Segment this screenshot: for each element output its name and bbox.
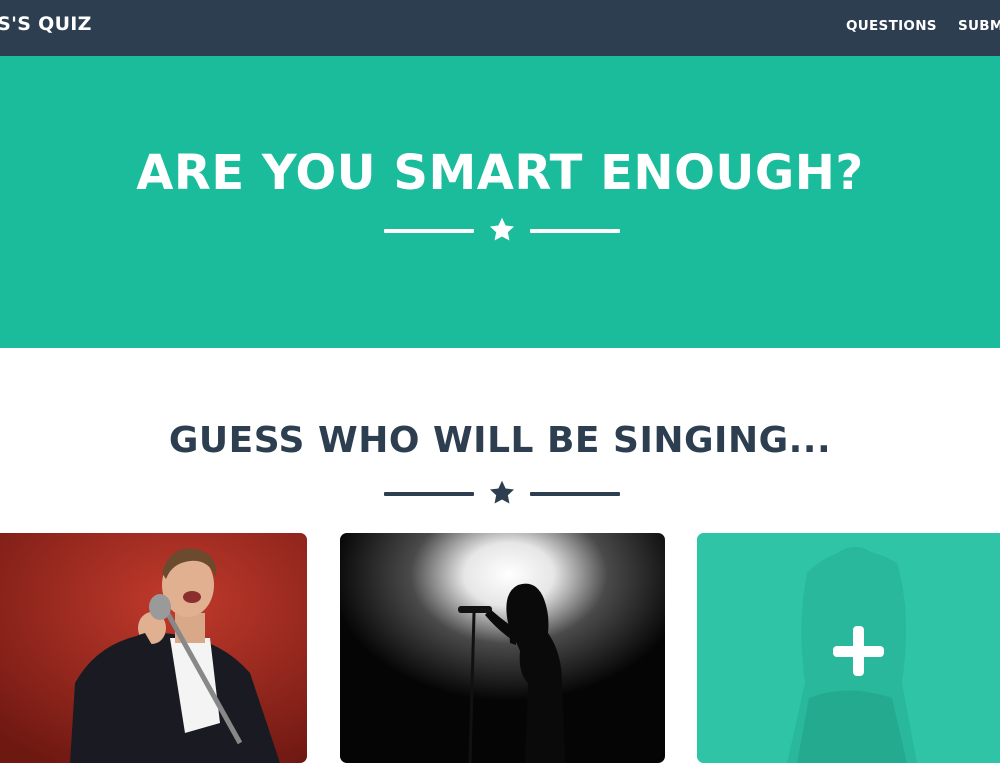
brand-link[interactable]: SS'S QUIZ <box>0 13 92 35</box>
navbar: SS'S QUIZ QUESTIONS SUBM <box>0 0 1000 56</box>
divider-line-left <box>384 229 474 233</box>
star-icon <box>489 480 515 504</box>
nav-link-questions[interactable]: QUESTIONS <box>846 18 937 34</box>
section-divider <box>384 479 620 509</box>
divider-line-right <box>530 492 620 496</box>
hero-section: ARE YOU SMART ENOUGH? <box>0 56 1000 348</box>
quiz-card-2[interactable] <box>340 533 665 763</box>
nav-link-submit[interactable]: SUBM <box>958 18 1000 34</box>
singer-photo <box>0 533 307 763</box>
divider-line-right <box>530 229 620 233</box>
star-icon <box>489 217 515 241</box>
singer-photo <box>340 533 665 763</box>
quiz-card-1[interactable] <box>0 533 307 763</box>
section-title: GUESS WHO WILL BE SINGING... <box>168 420 832 461</box>
singer-photo-overlay <box>697 533 1000 763</box>
hero-title: ARE YOU SMART ENOUGH? <box>136 145 864 201</box>
quiz-card-3[interactable] <box>697 533 1000 763</box>
hero-divider <box>384 216 620 246</box>
divider-line-left <box>384 492 474 496</box>
